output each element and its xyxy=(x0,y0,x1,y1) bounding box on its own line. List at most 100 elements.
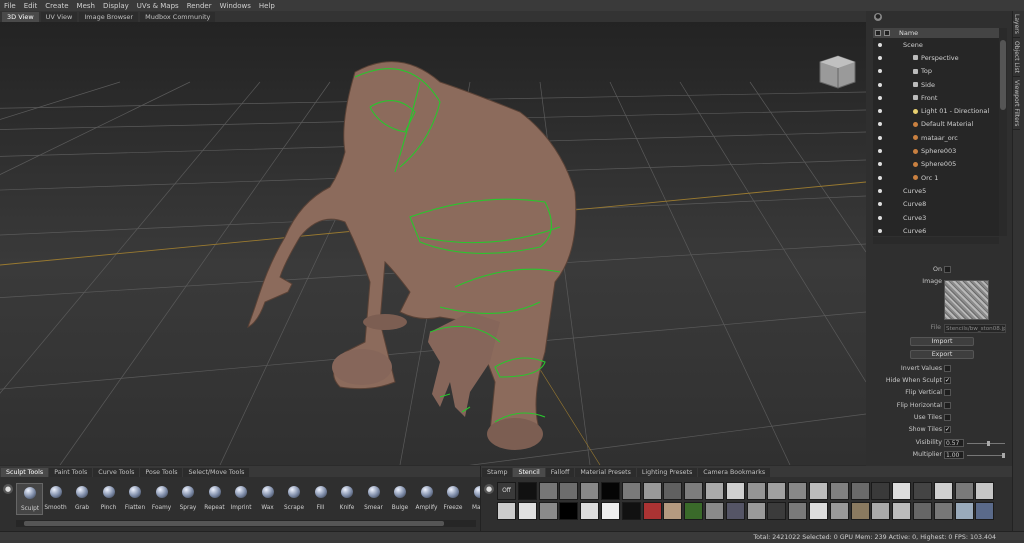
side-tab-viewport-filters[interactable]: Viewport Filters xyxy=(1013,77,1020,131)
tab-material-presets[interactable]: Material Presets xyxy=(575,468,636,477)
stencil-thumbnail[interactable] xyxy=(809,502,828,520)
visibility-field[interactable]: 0.57 xyxy=(944,439,964,447)
menu-help[interactable]: Help xyxy=(259,2,275,10)
object-list-item[interactable]: Default Material xyxy=(873,118,999,131)
menu-file[interactable]: File xyxy=(4,2,16,10)
flip-horizontal-checkbox[interactable] xyxy=(944,402,951,409)
stencil-thumbnail[interactable] xyxy=(746,482,766,500)
stencil-thumbnail[interactable] xyxy=(559,482,579,500)
export-button[interactable]: Export xyxy=(910,350,974,359)
hide-when-sculpt-checkbox[interactable]: ✓ xyxy=(944,377,951,384)
stencil-thumbnail[interactable] xyxy=(788,482,808,500)
stencil-thumbnail[interactable] xyxy=(975,502,995,520)
stencil-thumbnail[interactable] xyxy=(684,482,704,500)
on-checkbox[interactable] xyxy=(944,266,951,273)
stencil-thumbnail[interactable] xyxy=(975,482,995,500)
stencil-thumbnail[interactable] xyxy=(913,502,932,520)
tool-tray-scrollbar[interactable] xyxy=(16,520,476,527)
menu-render[interactable]: Render xyxy=(187,2,212,10)
import-button[interactable]: Import xyxy=(910,337,974,346)
visibility-eye-icon[interactable] xyxy=(878,69,882,74)
object-list-scrollbar[interactable] xyxy=(999,28,1007,236)
tab-uv-view[interactable]: UV View xyxy=(40,12,78,22)
stencil-tray-options-button[interactable]: ● xyxy=(484,484,494,494)
stencil-thumbnail[interactable] xyxy=(684,502,704,520)
panel-collapse-button[interactable]: ● xyxy=(874,13,882,21)
visibility-eye-icon[interactable] xyxy=(878,82,882,87)
stencil-thumbnail[interactable] xyxy=(892,482,912,500)
tool-wax[interactable]: Wax xyxy=(255,483,282,515)
stencil-thumbnail[interactable] xyxy=(621,502,641,520)
visibility-eye-icon[interactable] xyxy=(878,188,882,193)
stencil-thumbnail[interactable] xyxy=(621,482,641,500)
stencil-thumbnail[interactable] xyxy=(767,482,787,500)
tab-mudbox-community[interactable]: Mudbox Community xyxy=(140,12,216,22)
tab-falloff[interactable]: Falloff xyxy=(545,468,575,477)
show-tiles-checkbox[interactable]: ✓ xyxy=(944,426,951,433)
stencil-thumbnail[interactable] xyxy=(913,482,932,500)
menu-create[interactable]: Create xyxy=(45,2,68,10)
tab-pose-tools[interactable]: Pose Tools xyxy=(140,468,183,477)
stencil-thumbnail[interactable] xyxy=(954,502,974,520)
side-tab-layers[interactable]: Layers xyxy=(1013,11,1020,38)
tool-scrape[interactable]: Scrape xyxy=(281,483,308,515)
visibility-eye-icon[interactable] xyxy=(878,109,882,114)
viewport-scene[interactable] xyxy=(0,22,866,465)
object-list-item[interactable]: Perspective xyxy=(873,51,999,64)
object-list-item[interactable]: Curve6 xyxy=(873,224,999,236)
stencil-thumbnail[interactable] xyxy=(933,502,953,520)
object-list-item[interactable]: mataar_orc xyxy=(873,131,999,144)
stencil-thumbnail[interactable] xyxy=(788,502,808,520)
stencil-off-button[interactable]: Off xyxy=(497,482,516,500)
stencil-thumbnail[interactable] xyxy=(829,502,849,520)
stencil-thumbnail[interactable] xyxy=(725,482,745,500)
tool-amplify[interactable]: Amplify xyxy=(414,483,441,515)
tab-paint-tools[interactable]: Paint Tools xyxy=(49,468,93,477)
stencil-thumbnail[interactable] xyxy=(663,482,683,500)
tool-smear[interactable]: Smear xyxy=(361,483,388,515)
stencil-thumbnail[interactable] xyxy=(809,482,828,500)
visibility-eye-icon[interactable] xyxy=(878,55,882,60)
stencil-thumbnail[interactable] xyxy=(725,502,745,520)
stencil-thumbnail[interactable] xyxy=(642,502,662,520)
flip-vertical-checkbox[interactable] xyxy=(944,389,951,396)
object-list-item[interactable]: Scene xyxy=(873,38,999,51)
stencil-thumbnail[interactable] xyxy=(850,482,870,500)
menu-windows[interactable]: Windows xyxy=(220,2,251,10)
object-list-item[interactable]: Curve3 xyxy=(873,211,999,224)
visibility-eye-icon[interactable] xyxy=(878,202,882,207)
stencil-thumbnail[interactable] xyxy=(871,482,891,500)
object-list-item[interactable]: Sphere003 xyxy=(873,144,999,157)
tool-knife[interactable]: Knife xyxy=(334,483,361,515)
stencil-thumbnail[interactable] xyxy=(767,502,787,520)
visibility-eye-icon[interactable] xyxy=(878,215,882,220)
tab-image-browser[interactable]: Image Browser xyxy=(79,12,139,22)
tool-sculpt[interactable]: Sculpt xyxy=(16,483,43,515)
stencil-thumbnail[interactable] xyxy=(892,502,912,520)
stencil-image-preview[interactable] xyxy=(944,280,989,320)
stencil-thumbnail[interactable] xyxy=(517,482,537,500)
tool-bulge[interactable]: Bulge xyxy=(387,483,414,515)
visibility-eye-icon[interactable] xyxy=(878,122,882,127)
stencil-thumbnail[interactable] xyxy=(601,502,620,520)
stencil-thumbnail[interactable] xyxy=(601,482,620,500)
object-list-item[interactable]: Curve5 xyxy=(873,184,999,197)
tool-fill[interactable]: Fill xyxy=(308,483,335,515)
tab-curve-tools[interactable]: Curve Tools xyxy=(93,468,140,477)
visibility-eye-icon[interactable] xyxy=(878,135,882,140)
tray-options-button[interactable]: ● xyxy=(3,484,13,494)
tool-foamy[interactable]: Foamy xyxy=(149,483,176,515)
stencil-thumbnail[interactable] xyxy=(871,502,891,520)
stencil-thumbnail[interactable] xyxy=(580,482,600,500)
object-list-item[interactable]: Front xyxy=(873,91,999,104)
view-cube[interactable] xyxy=(819,55,856,89)
menu-uvs-maps[interactable]: UVs & Maps xyxy=(137,2,179,10)
object-list-item[interactable]: Sphere005 xyxy=(873,158,999,171)
object-list-item[interactable]: Curve8 xyxy=(873,198,999,211)
stencil-thumbnail[interactable] xyxy=(933,482,953,500)
orc-model[interactable] xyxy=(247,61,577,450)
side-tab-object-list[interactable]: Object List xyxy=(1013,38,1020,77)
tab-stamp[interactable]: Stamp xyxy=(482,468,513,477)
tool-pinch[interactable]: Pinch xyxy=(96,483,123,515)
visibility-eye-icon[interactable] xyxy=(878,228,882,233)
